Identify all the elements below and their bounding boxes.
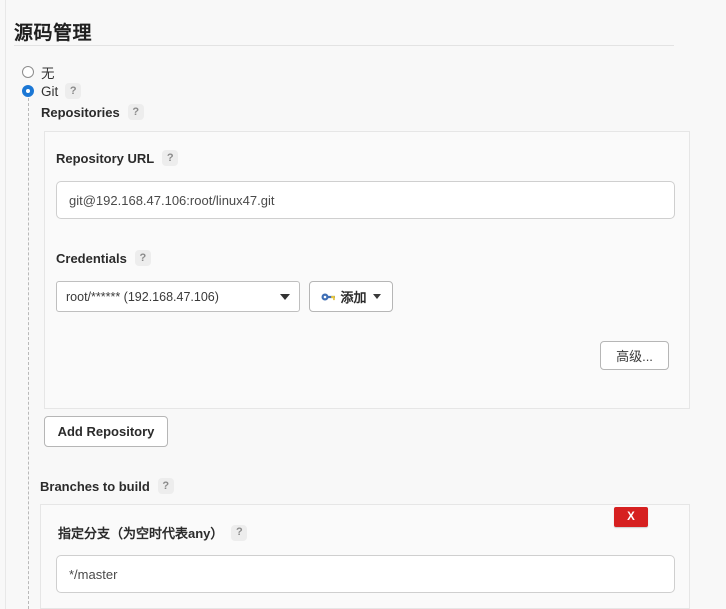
advanced-button[interactable]: 高级... bbox=[600, 341, 669, 370]
page-title: 源码管理 bbox=[14, 23, 93, 44]
repository-panel bbox=[44, 131, 690, 409]
help-icon-branches[interactable]: ? bbox=[157, 478, 174, 494]
repositories-label-group: Repositories ? bbox=[41, 104, 144, 120]
scm-option-none[interactable]: 无 bbox=[22, 62, 55, 82]
help-icon-branch-specifier[interactable]: ? bbox=[231, 524, 248, 541]
branches-label-group: Branches to build ? bbox=[40, 478, 174, 494]
chevron-down-icon bbox=[280, 293, 290, 300]
repository-url-label: Repository URL bbox=[56, 150, 155, 166]
scm-option-none-label: 无 bbox=[41, 66, 55, 81]
help-icon-repositories[interactable]: ? bbox=[127, 104, 144, 120]
page-left-divider bbox=[5, 0, 6, 609]
key-icon bbox=[321, 291, 336, 303]
add-repository-button-label: Add Repository bbox=[57, 424, 155, 439]
branch-specifier-label: 指定分支（为空时代表any） bbox=[58, 526, 224, 541]
delete-branch-button[interactable]: X bbox=[614, 507, 648, 527]
repository-url-input[interactable] bbox=[56, 181, 675, 219]
help-icon-repository-url[interactable]: ? bbox=[162, 150, 179, 166]
credentials-select[interactable]: root/****** (192.168.47.106) bbox=[56, 281, 300, 312]
help-icon-git[interactable]: ? bbox=[65, 83, 82, 99]
caret-down-icon bbox=[372, 294, 381, 299]
radio-git[interactable] bbox=[22, 85, 34, 97]
nested-block-guide bbox=[28, 98, 29, 609]
repositories-label: Repositories bbox=[41, 104, 120, 120]
title-divider bbox=[14, 45, 674, 46]
credentials-label: Credentials bbox=[56, 250, 127, 266]
radio-none[interactable] bbox=[22, 66, 34, 78]
credentials-select-value: root/****** (192.168.47.106) bbox=[66, 289, 219, 304]
add-credential-button[interactable]: 添加 bbox=[309, 281, 393, 312]
credentials-label-group: Credentials ? bbox=[56, 250, 151, 266]
scm-option-git[interactable]: Git ? bbox=[22, 83, 82, 99]
help-icon-credentials[interactable]: ? bbox=[134, 250, 151, 266]
branch-specifier-input[interactable] bbox=[56, 555, 675, 593]
add-credential-button-label: 添加 bbox=[340, 290, 367, 305]
scm-option-git-label: Git bbox=[41, 83, 59, 99]
scm-configuration-page: 源码管理 无 Git ? Repositories ? Repository U… bbox=[0, 0, 726, 609]
add-repository-button[interactable]: Add Repository bbox=[44, 416, 168, 447]
branch-specifier-label-group: 指定分支（为空时代表any） ? bbox=[58, 523, 248, 542]
repository-url-label-group: Repository URL ? bbox=[56, 150, 179, 166]
branches-to-build-label: Branches to build bbox=[40, 478, 150, 494]
advanced-button-label: 高级... bbox=[616, 349, 653, 364]
